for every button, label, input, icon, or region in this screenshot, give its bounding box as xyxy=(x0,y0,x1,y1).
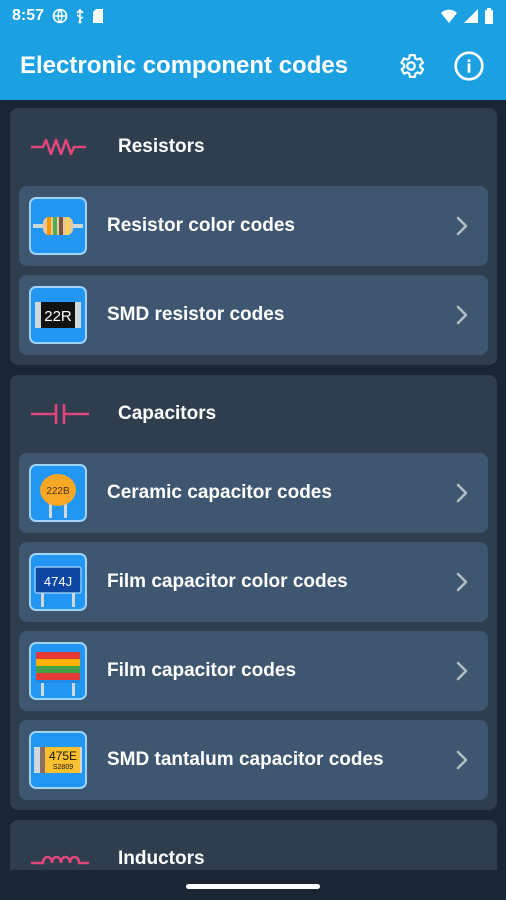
list-item-label: Ceramic capacitor codes xyxy=(107,482,332,503)
chevron-right-icon xyxy=(450,748,474,772)
status-icons-left xyxy=(52,8,104,24)
list-item-smd-resistor-codes[interactable]: 22R SMD resistor codes xyxy=(19,275,488,355)
ceramic-capacitor-icon: 222B xyxy=(29,464,87,522)
section-resistors: Resistors Resistor color codes 22R SMD r… xyxy=(10,108,497,365)
svg-text:222B: 222B xyxy=(46,486,70,497)
section-header: Resistors xyxy=(19,108,488,186)
chevron-right-icon xyxy=(450,214,474,238)
list-item-label: Film capacitor codes xyxy=(107,660,297,681)
cellular-signal-icon xyxy=(464,9,478,23)
status-time: 8:57 xyxy=(12,7,45,24)
section-title: Inductors xyxy=(118,848,205,869)
section-header: Capacitors xyxy=(19,375,488,453)
list-item-film-capacitor-color-codes[interactable]: 474J Film capacitor color codes xyxy=(19,542,488,622)
navigation-bar xyxy=(0,870,506,900)
chevron-right-icon xyxy=(450,481,474,505)
tantalum-capacitor-icon: 475E S2809 xyxy=(29,731,87,789)
svg-text:S2809: S2809 xyxy=(53,764,73,771)
app-bar: Electronic component codes xyxy=(0,32,506,100)
section-title: Resistors xyxy=(118,136,205,157)
list-item-label: Resistor color codes xyxy=(107,215,295,236)
smd-resistor-icon: 22R xyxy=(29,286,87,344)
film-capacitor-icon: 474J xyxy=(29,553,87,611)
section-capacitors: Capacitors 222B Ceramic capacitor codes … xyxy=(10,375,497,810)
section-header: Inductors xyxy=(19,820,488,870)
home-gesture-handle[interactable] xyxy=(186,884,320,889)
list-item-ceramic-capacitor-codes[interactable]: 222B Ceramic capacitor codes xyxy=(19,453,488,533)
svg-text:22R: 22R xyxy=(44,308,72,325)
list-item-resistor-color-codes[interactable]: Resistor color codes xyxy=(19,186,488,266)
chevron-right-icon xyxy=(450,303,474,327)
section-title: Capacitors xyxy=(118,403,217,424)
gear-icon xyxy=(400,54,425,78)
film-capacitor-color-icon xyxy=(29,642,87,700)
resistor-symbol-icon xyxy=(31,138,86,156)
settings-button[interactable] xyxy=(394,49,428,83)
inductor-symbol-icon xyxy=(31,855,89,865)
component-list[interactable]: Resistors Resistor color codes 22R SMD r… xyxy=(0,100,506,870)
battery-icon xyxy=(485,8,493,24)
app-title: Electronic component codes xyxy=(20,52,349,79)
status-icons-right xyxy=(440,8,494,24)
section-inductors: Inductors xyxy=(10,820,497,870)
status-bar: 8:57 xyxy=(0,0,506,32)
resistor-color-icon xyxy=(29,197,87,255)
list-item-label: SMD resistor codes xyxy=(107,304,285,325)
info-button[interactable] xyxy=(452,49,486,83)
vpn-globe-icon xyxy=(52,8,68,24)
svg-text:475E: 475E xyxy=(49,749,77,763)
list-item-smd-tantalum-capacitor-codes[interactable]: 475E S2809 SMD tantalum capacitor codes xyxy=(19,720,488,800)
list-item-label: Film capacitor color codes xyxy=(107,571,348,592)
capacitor-symbol-icon xyxy=(31,404,89,424)
chevron-right-icon xyxy=(450,659,474,683)
list-item-film-capacitor-codes[interactable]: Film capacitor codes xyxy=(19,631,488,711)
chevron-right-icon xyxy=(450,570,474,594)
wifi-icon xyxy=(441,9,457,23)
usb-icon xyxy=(76,8,84,24)
sd-card-icon xyxy=(93,9,104,23)
list-item-label: SMD tantalum capacitor codes xyxy=(107,749,384,770)
info-icon xyxy=(454,51,484,81)
svg-text:474J: 474J xyxy=(44,574,72,589)
